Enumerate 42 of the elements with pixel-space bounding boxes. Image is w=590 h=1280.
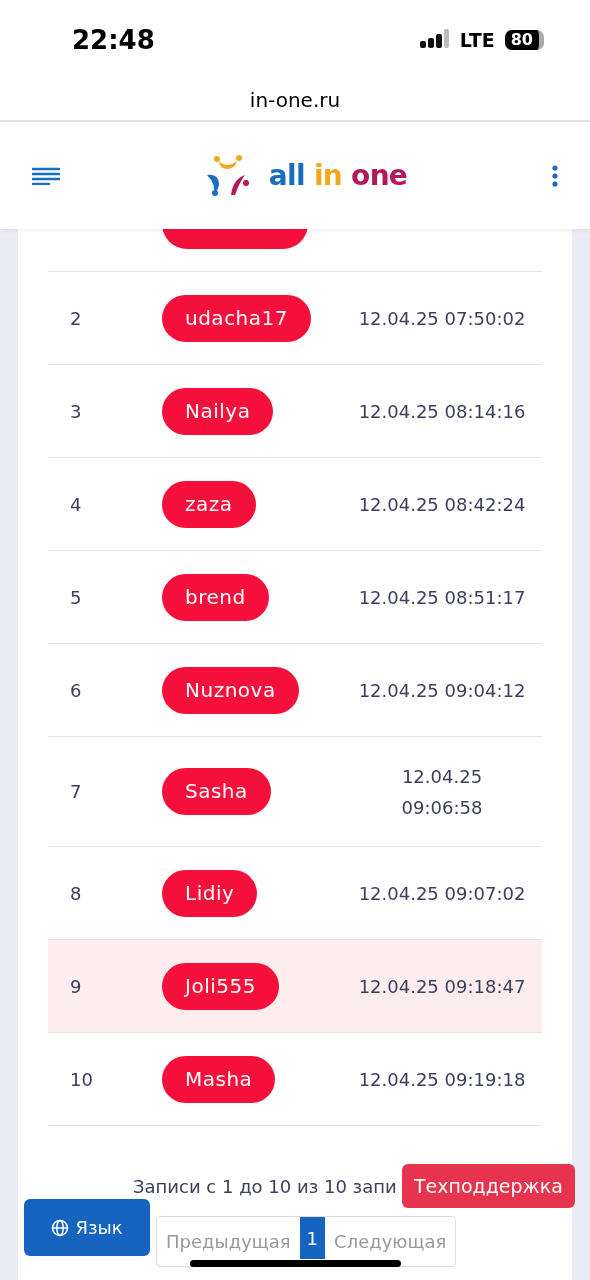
support-button[interactable]: Техподдержка (402, 1164, 575, 1208)
name-badge[interactable]: Lidiy (162, 869, 258, 917)
timestamp: 12.04.25 09:06:58 (400, 764, 484, 820)
battery-indicator: 80 (504, 30, 544, 50)
globe-icon (51, 1218, 70, 1237)
row-number: 9 (69, 974, 83, 999)
table-row[interactable]: 9 Joli555 12.04.25 09:18:47 (48, 940, 542, 1033)
logo-text[interactable]: all in one (268, 154, 408, 197)
name-badge[interactable]: Nuznova (162, 666, 299, 714)
network-label: LTE (459, 27, 495, 53)
signal-icon (419, 29, 450, 51)
name-badge[interactable]: udacha17 (162, 294, 311, 342)
clock-time: 22:48 (72, 23, 155, 57)
row-number: 5 (69, 585, 83, 610)
name-badge[interactable]: Masha (162, 1055, 276, 1103)
name-badge[interactable]: Joli555 (162, 962, 279, 1010)
timestamp: 12.04.25 08:14:16 (357, 399, 527, 424)
timestamp: 12.04.25 09:07:02 (357, 881, 527, 906)
timestamp: 12.04.25 07:50:02 (357, 306, 527, 331)
language-button[interactable]: Язык (24, 1199, 150, 1256)
more-options-icon[interactable] (552, 164, 558, 187)
name-badge[interactable]: zaza (162, 480, 256, 528)
row-number: 10 (69, 1067, 94, 1092)
timestamp: 12.04.25 08:51:17 (357, 585, 527, 610)
menu-icon[interactable] (32, 166, 60, 185)
timestamp: 12.04.25 09:19:18 (357, 1067, 527, 1092)
page-button[interactable]: 1 (299, 1217, 326, 1259)
logo-icon (204, 154, 251, 197)
url-text[interactable]: in-one.ru (249, 85, 341, 115)
row-number: 6 (69, 678, 83, 703)
timestamp: 12.04.25 09:04:12 (357, 678, 527, 703)
table-info-text: Записи с 1 до 10 из 10 запи (133, 1175, 397, 1199)
timestamp: 12.04.25 08:42:24 (357, 492, 527, 517)
name-badge[interactable]: Sasha (162, 768, 271, 815)
name-badge[interactable]: Nailya (162, 387, 274, 435)
row-number: 4 (69, 492, 83, 517)
row-number: 7 (69, 780, 83, 804)
timestamp: 12.04.25 09:18:47 (357, 974, 527, 999)
row-number: 2 (69, 306, 83, 331)
name-badge[interactable]: brend (162, 573, 269, 621)
row-number: 8 (69, 881, 83, 906)
row-number: 3 (69, 399, 83, 424)
